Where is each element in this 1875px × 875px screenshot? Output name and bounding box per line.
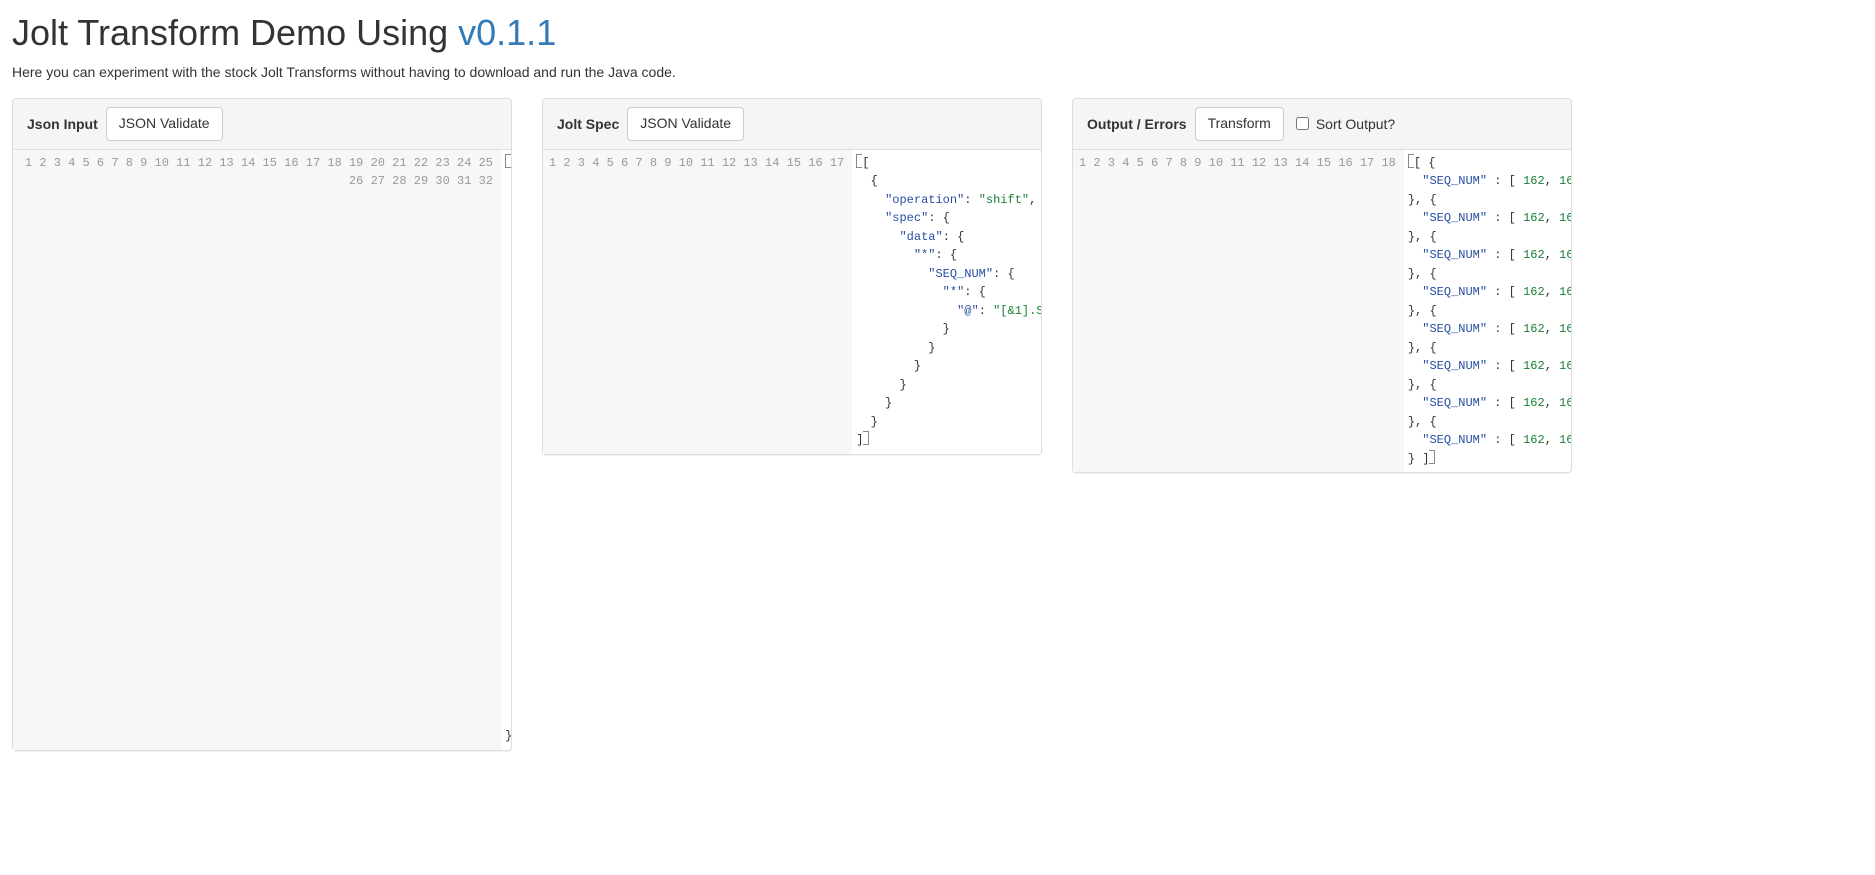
json-input-gutter: 1 2 3 4 5 6 7 8 9 10 11 12 13 14 15 16 1… xyxy=(13,150,501,750)
sort-output-label: Sort Output? xyxy=(1316,116,1395,132)
output-editor[interactable]: 1 2 3 4 5 6 7 8 9 10 11 12 13 14 15 16 1… xyxy=(1073,150,1571,473)
transform-button[interactable]: Transform xyxy=(1195,107,1284,141)
output-title: Output / Errors xyxy=(1087,116,1187,132)
jolt-spec-panel: Jolt Spec JSON Validate 1 2 3 4 5 6 7 8 … xyxy=(542,98,1042,455)
page-title: Jolt Transform Demo Using v0.1.1 xyxy=(12,12,1863,54)
output-code[interactable]: [ { "SEQ_NUM" : [ 162, 162 ] }, { "SEQ_N… xyxy=(1404,150,1571,473)
json-input-title: Json Input xyxy=(27,116,98,132)
jolt-spec-title: Jolt Spec xyxy=(557,116,619,132)
json-input-header: Json Input JSON Validate xyxy=(13,99,511,150)
page-title-text: Jolt Transform Demo Using xyxy=(12,12,458,53)
jolt-spec-code[interactable]: [ { "operation": "shift", "spec": { "dat… xyxy=(852,150,1041,454)
sort-output-checkbox[interactable] xyxy=(1296,117,1309,130)
version-link[interactable]: v0.1.1 xyxy=(458,12,556,53)
sort-output-wrap[interactable]: Sort Output? xyxy=(1292,114,1395,133)
jolt-spec-validate-button[interactable]: JSON Validate xyxy=(627,107,744,141)
json-input-panel: Json Input JSON Validate 1 2 3 4 5 6 7 8… xyxy=(12,98,512,751)
json-input-code[interactable]: { "headers": { "query": "NA", "param": "… xyxy=(501,150,511,750)
jolt-spec-gutter: 1 2 3 4 5 6 7 8 9 10 11 12 13 14 15 16 1… xyxy=(543,150,852,454)
page-subtitle: Here you can experiment with the stock J… xyxy=(12,64,1863,80)
jolt-spec-editor[interactable]: 1 2 3 4 5 6 7 8 9 10 11 12 13 14 15 16 1… xyxy=(543,150,1041,454)
output-gutter: 1 2 3 4 5 6 7 8 9 10 11 12 13 14 15 16 1… xyxy=(1073,150,1404,473)
columns: Json Input JSON Validate 1 2 3 4 5 6 7 8… xyxy=(12,98,1863,751)
json-input-editor[interactable]: 1 2 3 4 5 6 7 8 9 10 11 12 13 14 15 16 1… xyxy=(13,150,511,750)
output-header: Output / Errors Transform Sort Output? xyxy=(1073,99,1571,150)
output-panel: Output / Errors Transform Sort Output? 1… xyxy=(1072,98,1572,473)
jolt-spec-header: Jolt Spec JSON Validate xyxy=(543,99,1041,150)
json-input-validate-button[interactable]: JSON Validate xyxy=(106,107,223,141)
